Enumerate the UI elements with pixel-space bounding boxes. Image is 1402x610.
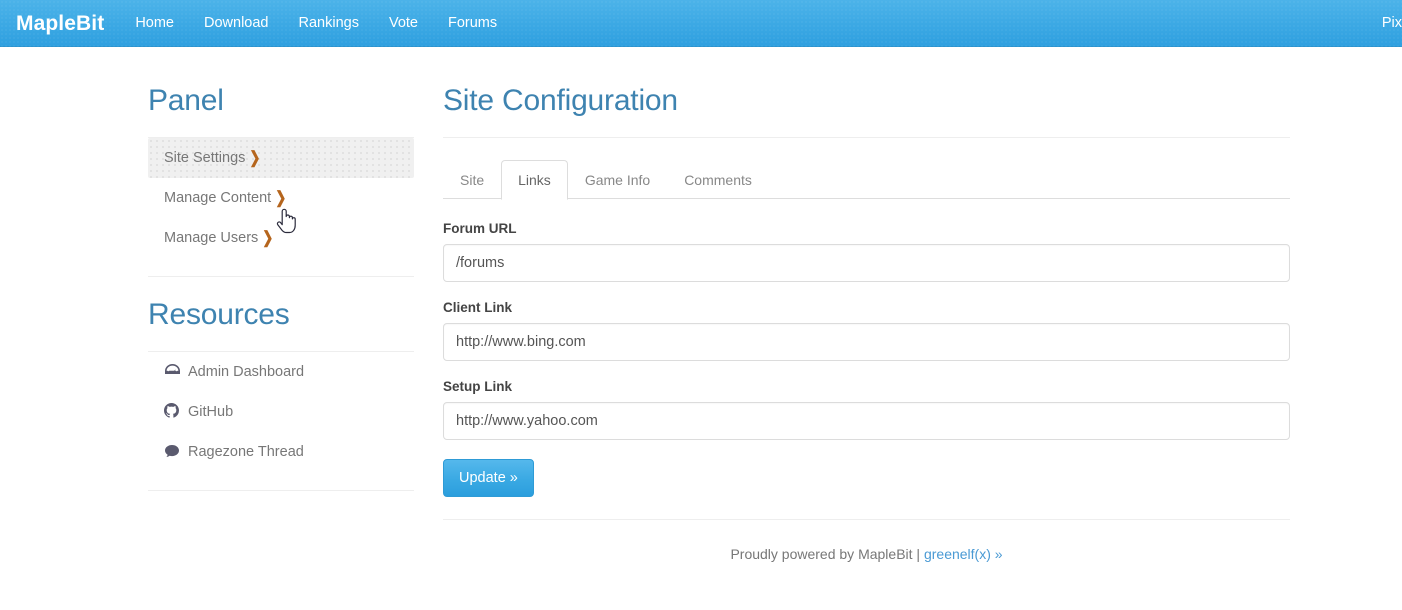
footer: Proudly powered by MapleBit | greenelf(x… xyxy=(443,520,1290,562)
tab-link-links[interactable]: Links xyxy=(501,160,568,200)
sidebar-item-label: Site Settings xyxy=(164,150,246,166)
panel-heading: Panel xyxy=(148,84,224,117)
nav-links: Home Download Rankings Vote Forums xyxy=(120,0,512,47)
sidebar-item-label: Manage Content xyxy=(164,190,272,206)
panel-menu: Site Settings ❯ Manage Content ❯ Manage Us… xyxy=(148,138,414,258)
resource-item-ragezone-thread[interactable]: Ragezone Thread xyxy=(148,432,414,472)
resources-menu: Admin Dashboard GitHub Ragezone Thread xyxy=(148,352,414,472)
chevron-right-icon: ❯ xyxy=(262,228,274,247)
sidebar-item-manage-content[interactable]: Manage Content ❯ xyxy=(148,178,414,218)
nav-link-rankings[interactable]: Rankings xyxy=(284,0,374,47)
field-group-client-link: Client Link xyxy=(443,299,1290,361)
nav-item-home[interactable]: Home xyxy=(120,0,189,47)
nav-link-download[interactable]: Download xyxy=(189,0,284,47)
resource-link-admin-dashboard[interactable]: Admin Dashboard xyxy=(148,352,414,392)
nav-link-vote[interactable]: Vote xyxy=(374,0,433,47)
resource-item-label: Ragezone Thread xyxy=(188,444,304,460)
nav-item-forums[interactable]: Forums xyxy=(433,0,512,47)
footer-link[interactable]: greenelf(x) » xyxy=(924,546,1003,562)
links-form: Forum URL Client Link Setup Link Update … xyxy=(443,199,1290,497)
client-link-label: Client Link xyxy=(443,300,513,315)
resource-link-github[interactable]: GitHub xyxy=(148,392,414,432)
setup-link-label: Setup Link xyxy=(443,379,513,394)
forum-url-label: Forum URL xyxy=(443,221,517,236)
tab-game-info[interactable]: Game Info xyxy=(568,160,667,199)
forum-url-input[interactable] xyxy=(443,244,1290,282)
sidebar-item-label: Manage Users xyxy=(164,230,259,246)
sidebar-link-site-settings[interactable]: Site Settings ❯ xyxy=(148,138,414,178)
sidebar-link-manage-content[interactable]: Manage Content ❯ xyxy=(148,178,414,218)
resource-item-github[interactable]: GitHub xyxy=(148,392,414,432)
sidebar: Panel Site Settings ❯ Manage Content ❯ Man… xyxy=(148,47,414,491)
nav-item-rankings[interactable]: Rankings xyxy=(284,0,374,47)
resource-item-label: Admin Dashboard xyxy=(188,364,305,380)
tab-link-game-info[interactable]: Game Info xyxy=(568,160,667,200)
sidebar-link-manage-users[interactable]: Manage Users ❯ xyxy=(148,218,414,258)
sidebar-item-manage-users[interactable]: Manage Users ❯ xyxy=(148,218,414,258)
github-icon xyxy=(164,403,181,418)
comment-icon xyxy=(164,444,181,458)
setup-link-input[interactable] xyxy=(443,402,1290,440)
tab-links[interactable]: Links xyxy=(501,160,568,200)
title-divider xyxy=(443,137,1290,138)
brand-logo[interactable]: MapleBit xyxy=(0,0,120,47)
tab-comments[interactable]: Comments xyxy=(667,160,769,199)
field-group-setup-link: Setup Link xyxy=(443,378,1290,440)
sidebar-item-site-settings[interactable]: Site Settings ❯ xyxy=(148,138,414,178)
top-navbar: MapleBit Home Download Rankings Vote For… xyxy=(0,0,1402,47)
chevron-right-icon: ❯ xyxy=(275,188,287,207)
footer-text: Proudly powered by MapleBit | xyxy=(730,546,924,562)
config-tabs: Site Links Game Info Comments xyxy=(443,160,1290,200)
nav-item-vote[interactable]: Vote xyxy=(374,0,433,47)
page-container: Panel Site Settings ❯ Manage Content ❯ Man… xyxy=(0,47,1402,610)
resource-item-admin-dashboard[interactable]: Admin Dashboard xyxy=(148,352,414,392)
nav-item-download[interactable]: Download xyxy=(189,0,284,47)
update-button[interactable]: Update » xyxy=(443,459,534,497)
resource-item-label: GitHub xyxy=(188,404,234,420)
nav-link-forums[interactable]: Forums xyxy=(433,0,512,47)
main-content: Site Configuration Site Links Game Info … xyxy=(443,47,1290,562)
chevron-right-icon: ❯ xyxy=(249,148,261,167)
resource-link-ragezone-thread[interactable]: Ragezone Thread xyxy=(148,432,414,472)
field-group-forum-url: Forum URL xyxy=(443,220,1290,282)
nav-link-home[interactable]: Home xyxy=(120,0,189,47)
nav-user-link[interactable]: Pix xyxy=(1367,0,1402,47)
tab-site[interactable]: Site xyxy=(443,160,501,199)
nav-right-section: Pix xyxy=(1367,0,1402,47)
dashboard-icon xyxy=(164,363,181,378)
page-title: Site Configuration xyxy=(443,84,678,117)
client-link-input[interactable] xyxy=(443,323,1290,361)
resources-bottom-divider xyxy=(148,490,414,491)
tab-link-site[interactable]: Site xyxy=(443,160,501,200)
tab-link-comments[interactable]: Comments xyxy=(667,160,769,200)
resources-heading: Resources xyxy=(148,298,290,331)
